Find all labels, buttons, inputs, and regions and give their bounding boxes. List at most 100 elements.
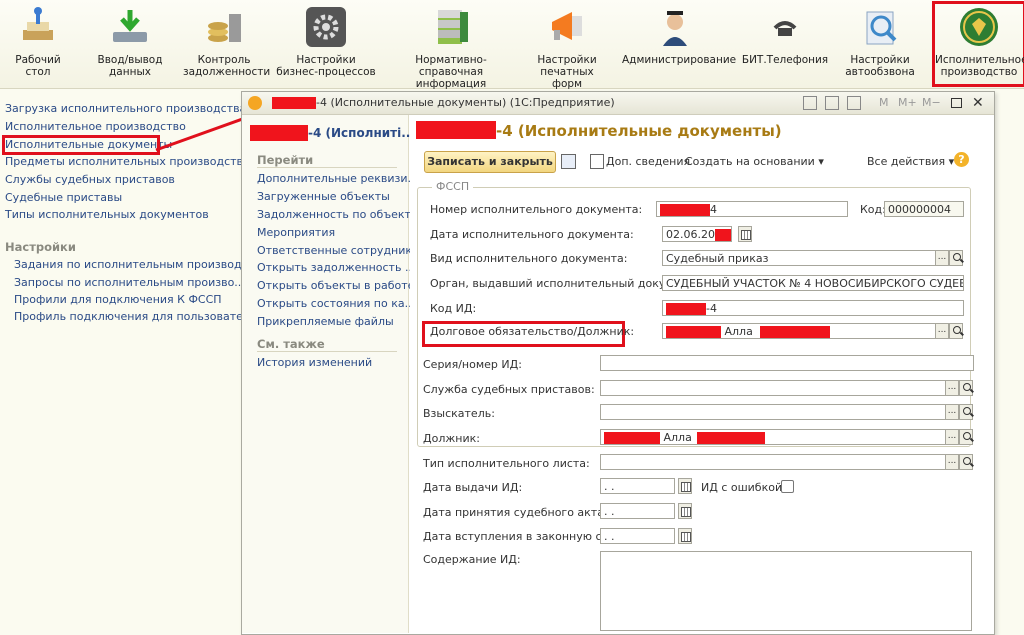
nav-link[interactable]: Открыть состояния по ка... xyxy=(257,297,415,310)
calendar-button[interactable] xyxy=(678,528,692,544)
redaction xyxy=(666,326,721,338)
effective-date-field[interactable]: . . xyxy=(600,528,675,544)
all-actions-button[interactable]: Все действия ▾ xyxy=(867,155,954,168)
error-checkbox[interactable] xyxy=(781,480,794,493)
sidebar-settings-item[interactable]: Задания по исполнительным производ... xyxy=(14,258,252,271)
extra-info-button[interactable]: Доп. сведения xyxy=(606,155,690,168)
memory-plus-button[interactable]: M+ xyxy=(898,92,917,114)
nav-link[interactable]: Мероприятия xyxy=(257,226,335,239)
open-button[interactable] xyxy=(959,404,973,420)
doc-date-label: Дата исполнительного документа: xyxy=(430,228,634,241)
nav-link[interactable]: Открыть объекты в работе xyxy=(257,279,414,292)
reference-info-icon xyxy=(430,6,472,48)
toolbar-label: Администрирование xyxy=(622,54,737,66)
save-close-button[interactable]: Записать и закрыть xyxy=(424,151,556,173)
open-button[interactable] xyxy=(949,250,963,266)
accept-date-label: Дата принятия судебного акта: xyxy=(423,506,608,519)
calendar-icon xyxy=(741,230,751,240)
organ-field[interactable]: СУДЕБНЫЙ УЧАСТОК № 4 НОВОСИБИРСКОГО СУДЕ… xyxy=(662,275,964,291)
desktop-icon xyxy=(17,6,59,48)
nav-link[interactable]: Ответственные сотрудники xyxy=(257,244,419,257)
nav-link[interactable]: Задолженность по объект... xyxy=(257,208,421,221)
series-field[interactable] xyxy=(600,355,974,371)
toolbar-autodial[interactable]: Настройки автообзвона xyxy=(838,4,922,84)
save-icon[interactable] xyxy=(561,154,576,169)
sidebar-item-services[interactable]: Службы судебных приставов xyxy=(5,173,175,186)
select-button[interactable]: ... xyxy=(935,323,949,339)
nav-link[interactable]: Дополнительные реквизи... xyxy=(257,172,418,185)
open-button[interactable] xyxy=(959,380,973,396)
toolbar-fssp[interactable]: Исполнительное производство xyxy=(932,1,1024,87)
toolbar-business-process[interactable]: Настройки бизнес-процессов xyxy=(276,4,376,84)
issue-date-field[interactable]: . . xyxy=(600,478,675,494)
nav-link[interactable]: Прикрепляемые файлы xyxy=(257,315,394,328)
select-button[interactable]: ... xyxy=(945,454,959,470)
memory-minus-button[interactable]: M− xyxy=(922,92,941,114)
fssp-emblem-icon xyxy=(958,6,1000,48)
toolbar-reference-info[interactable]: Нормативно-справочная информация xyxy=(385,4,517,90)
help-button[interactable]: ? xyxy=(954,152,969,167)
select-button[interactable]: ... xyxy=(945,429,959,445)
calendar-button[interactable] xyxy=(678,478,692,494)
toolbar-desktop[interactable]: Рабочий стол xyxy=(5,4,71,84)
section-navigation: Загрузка исполнительного производства Ис… xyxy=(0,96,253,633)
memory-button[interactable]: M xyxy=(879,92,889,114)
select-button[interactable]: ... xyxy=(945,380,959,396)
open-button[interactable] xyxy=(949,323,963,339)
sidebar-settings-item[interactable]: Профиль подключения для пользовате... xyxy=(14,310,253,323)
maximize-icon[interactable] xyxy=(951,98,962,108)
error-label: ИД с ошибкой: xyxy=(701,481,786,494)
calendar-button[interactable] xyxy=(678,503,692,519)
code-id-field[interactable]: -4 xyxy=(662,300,964,316)
toolbar-debt-control[interactable]: Контроль задолженности xyxy=(183,4,270,84)
search-icon xyxy=(963,407,971,415)
accept-date-field[interactable]: . . xyxy=(600,503,675,519)
close-icon[interactable]: ✕ xyxy=(972,92,984,114)
section-toolbar: Рабочий стол Ввод/вывод данных Контроль … xyxy=(0,0,1024,90)
doc-number-label: Номер исполнительного документа: xyxy=(430,203,643,216)
code-id-label: Код ИД: xyxy=(430,302,477,315)
toolbar-label: Нормативно-справочная информация xyxy=(415,54,487,90)
series-label: Серия/номер ИД: xyxy=(423,358,522,371)
doc-date-field[interactable]: 02.06.20 xyxy=(662,226,732,242)
toolbar-admin[interactable]: Администрирование xyxy=(622,4,737,84)
window-titlebar: -4 (Исполнительные документы) (1С:Предпр… xyxy=(242,92,994,115)
content-textarea[interactable] xyxy=(600,551,972,631)
organ-label: Орган, выдавший исполнительный документ: xyxy=(430,277,698,290)
select-button[interactable]: ... xyxy=(935,250,949,266)
debtor-field[interactable]: Алла xyxy=(600,429,946,445)
sidebar-settings-item[interactable]: Профили для подключения К ФССП xyxy=(14,293,222,306)
nav-link[interactable]: Открыть задолженность ... xyxy=(257,261,415,274)
toolbar-print-forms[interactable]: Настройки печатных форм xyxy=(524,4,610,90)
star-icon[interactable] xyxy=(803,96,817,110)
sidebar-item-doc-types[interactable]: Типы исполнительных документов xyxy=(5,208,209,221)
document-window: -4 (Исполнительные документы) (1С:Предпр… xyxy=(241,91,995,635)
calendar-button[interactable] xyxy=(738,226,752,242)
calendar-icon[interactable] xyxy=(847,96,861,110)
app-icon xyxy=(248,96,262,110)
toolbar-phone[interactable]: БИТ.Телефония xyxy=(741,4,829,84)
divider xyxy=(257,351,397,352)
claimant-field[interactable] xyxy=(600,404,946,420)
doc-number-field[interactable]: 4 xyxy=(656,201,848,217)
sidebar-item-bailiffs[interactable]: Судебные приставы xyxy=(5,191,122,204)
open-button[interactable] xyxy=(959,454,973,470)
doc-type-field[interactable]: Судебный приказ xyxy=(662,250,936,266)
toolbar-data-io[interactable]: Ввод/вывод данных xyxy=(92,4,168,84)
extra-info-icon[interactable] xyxy=(590,154,604,169)
list-icon[interactable] xyxy=(825,96,839,110)
service-field[interactable] xyxy=(600,380,946,396)
nav-link[interactable]: Загруженные объекты xyxy=(257,190,390,203)
nav-link-history[interactable]: История изменений xyxy=(257,356,372,369)
open-button[interactable] xyxy=(959,429,973,445)
select-button[interactable]: ... xyxy=(945,404,959,420)
claimant-label: Взыскатель: xyxy=(423,407,495,420)
phone-icon xyxy=(764,6,806,48)
code-field[interactable]: 000000004 xyxy=(884,201,964,217)
sidebar-settings-item[interactable]: Запросы по исполнительным произво... xyxy=(14,276,245,289)
sheet-type-field[interactable] xyxy=(600,454,946,470)
business-process-icon xyxy=(305,6,347,48)
debt-field[interactable]: Алла xyxy=(662,323,936,339)
create-based-button[interactable]: Создать на основании ▾ xyxy=(685,155,824,168)
doc-number-value: 4 xyxy=(710,203,717,216)
